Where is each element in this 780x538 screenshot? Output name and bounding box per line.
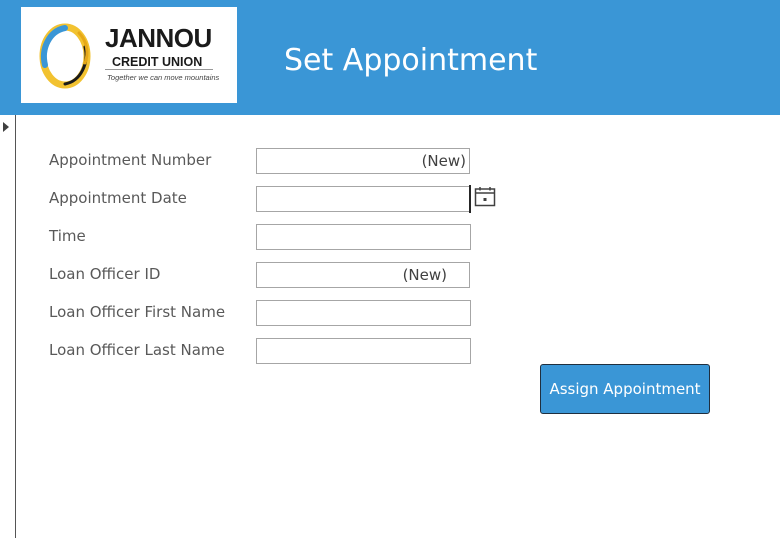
appointment-number-field[interactable]: (New) — [256, 148, 470, 174]
text-cursor — [469, 185, 471, 213]
appointment-number-label: Appointment Number — [49, 151, 212, 169]
appointment-date-field[interactable] — [256, 186, 471, 212]
logo-subtitle: CREDIT UNION — [112, 55, 203, 69]
record-selector[interactable] — [0, 115, 16, 538]
loan-officer-last-name-label: Loan Officer Last Name — [49, 341, 225, 359]
loan-officer-id-label: Loan Officer ID — [49, 265, 161, 283]
current-record-arrow-icon — [3, 122, 9, 132]
loan-officer-last-name-field[interactable] — [256, 338, 471, 364]
loan-officer-first-name-label: Loan Officer First Name — [49, 303, 226, 321]
logo-tagline: Together we can move mountains — [107, 73, 220, 82]
assign-appointment-button[interactable]: Assign Appointment — [540, 364, 710, 414]
logo-ring-icon — [39, 23, 91, 89]
page-title: Set Appointment — [284, 43, 538, 78]
calendar-icon[interactable] — [474, 186, 496, 207]
logo-name: JANNOU — [105, 23, 212, 53]
logo-divider — [105, 69, 213, 70]
time-field[interactable] — [256, 224, 471, 250]
appointment-date-label: Appointment Date — [49, 189, 187, 207]
loan-officer-id-field[interactable]: (New) — [256, 262, 470, 288]
loan-officer-first-name-field[interactable] — [256, 300, 471, 326]
time-label: Time — [49, 227, 86, 245]
form-header: JANNOU CREDIT UNION Together we can move… — [0, 0, 780, 115]
credit-union-logo: JANNOU CREDIT UNION Together we can move… — [21, 7, 237, 103]
